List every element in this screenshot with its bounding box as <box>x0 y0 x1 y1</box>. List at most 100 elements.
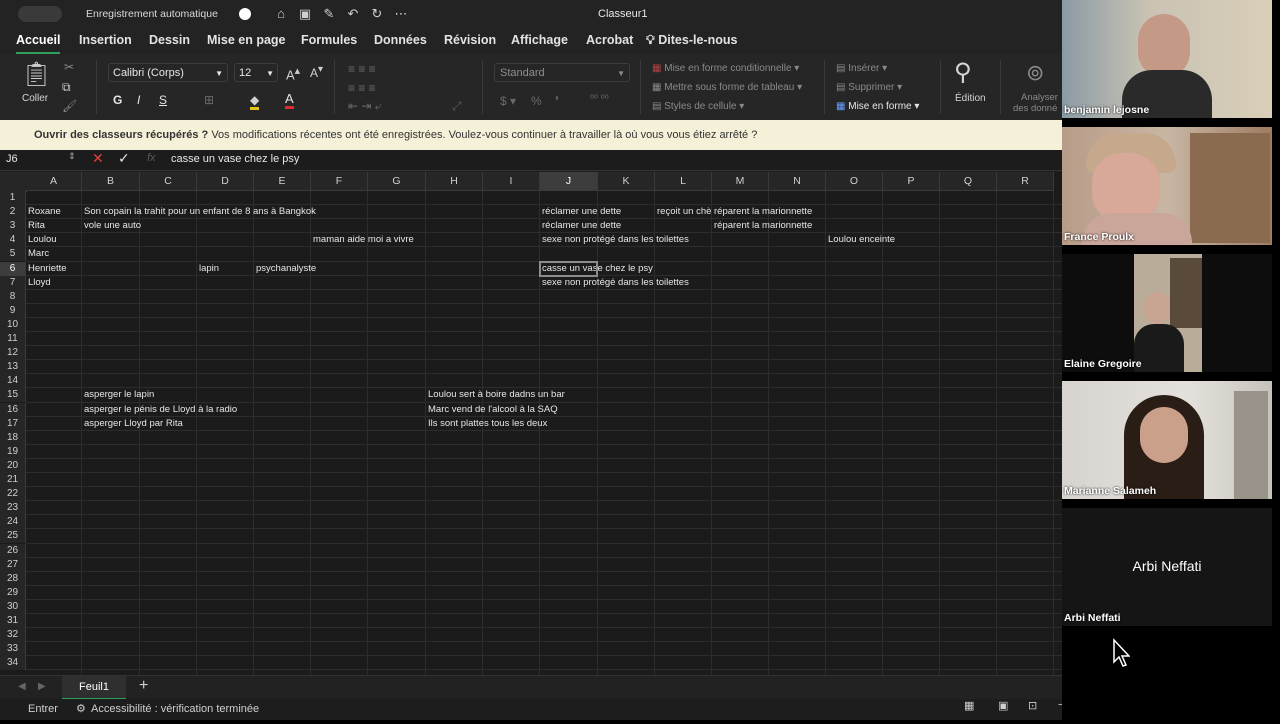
column-header[interactable]: A <box>26 172 82 191</box>
row-header[interactable]: 19 <box>0 444 26 459</box>
cancel-icon[interactable]: ✕ <box>92 150 104 167</box>
number-format-select[interactable]: Standard ▼ <box>494 63 630 82</box>
indent-icon[interactable]: ⇤ ⇥ ⤶ <box>348 99 382 114</box>
participant-tile[interactable]: France Proulx <box>1062 127 1272 245</box>
undo-icon[interactable]: ↶ <box>344 6 362 22</box>
row-header[interactable]: 20 <box>0 458 26 473</box>
row-header[interactable]: 6 <box>0 261 26 276</box>
row-header[interactable]: 5 <box>0 247 26 262</box>
row-header[interactable]: 34 <box>0 656 26 671</box>
cell-a4[interactable]: Loulou <box>26 233 57 247</box>
cell-d6[interactable]: lapin <box>197 262 219 276</box>
format-painter-icon[interactable]: 🖌︎ <box>62 99 77 113</box>
font-color-icon[interactable]: A <box>285 91 294 109</box>
tab-accueil[interactable]: Accueil <box>16 33 61 54</box>
cell-j2[interactable]: réclamer une dette <box>540 205 621 219</box>
copy-icon[interactable]: ⧉ <box>62 80 71 95</box>
save-as-icon[interactable]: ✎ <box>320 6 338 22</box>
column-header[interactable]: J <box>540 172 598 191</box>
cell-b17[interactable]: asperger Lloyd par Rita <box>82 417 183 431</box>
column-header[interactable]: H <box>426 172 483 191</box>
cell-l2[interactable]: reçoit un chè <box>655 205 711 219</box>
row-header[interactable]: 23 <box>0 501 26 516</box>
row-header[interactable]: 12 <box>0 346 26 361</box>
format-as-table-button[interactable]: ▦ Mettre sous forme de tableau ▾ <box>652 82 802 93</box>
underline-button[interactable]: S <box>159 93 167 107</box>
font-size-select[interactable]: 12 ▼ <box>234 63 278 82</box>
row-header[interactable]: 25 <box>0 529 26 544</box>
more-icon[interactable]: ⋯ <box>392 6 410 22</box>
accessibility-icon[interactable]: ⚙︎ <box>76 702 86 715</box>
row-header[interactable]: 13 <box>0 360 26 375</box>
next-sheet-icon[interactable]: ▶ <box>38 681 46 692</box>
row-header[interactable]: 17 <box>0 416 26 431</box>
cell-a2[interactable]: Roxane <box>26 205 61 219</box>
page-layout-view-icon[interactable]: ▣ <box>998 699 1008 720</box>
cell-j3[interactable]: réclamer une dette <box>540 219 621 233</box>
cell-b16[interactable]: asperger le pénis de Lloyd à la radio <box>82 403 237 417</box>
row-header[interactable]: 16 <box>0 402 26 417</box>
row-header[interactable]: 32 <box>0 628 26 643</box>
save-icon[interactable]: ▣ <box>296 6 314 22</box>
redo-icon[interactable]: ↻ <box>368 6 386 22</box>
home-icon[interactable]: ⌂ <box>272 6 290 22</box>
participant-tile[interactable]: Elaine Gregoire <box>1062 254 1272 372</box>
row-header[interactable]: 24 <box>0 515 26 530</box>
column-header[interactable]: R <box>997 172 1054 191</box>
tab-acrobat[interactable]: Acrobat <box>586 33 633 47</box>
spreadsheet-grid[interactable]: A B C D E F G H I J K L M N O P Q R 1 2 3 4 5 6 7 8 9 10 11 12 13 14 15 1… <box>0 172 1062 675</box>
participant-tile[interactable]: Marianne Salameh <box>1062 381 1272 499</box>
column-header[interactable]: F <box>311 172 368 191</box>
column-header[interactable]: L <box>655 172 712 191</box>
bold-button[interactable]: G <box>113 93 122 107</box>
insert-cells-button[interactable]: ▤ Insérer ▾ <box>836 63 887 74</box>
row-header[interactable]: 29 <box>0 585 26 600</box>
row-header[interactable]: 14 <box>0 374 26 389</box>
font-name-select[interactable]: Calibri (Corps) ▼ <box>108 63 228 82</box>
decrease-font-icon[interactable]: A▾ <box>310 64 323 80</box>
sheet-tab-feuil1[interactable]: Feuil1 <box>62 676 126 700</box>
confirm-icon[interactable]: ✓ <box>118 150 130 167</box>
row-header[interactable]: 30 <box>0 599 26 614</box>
cell-b15[interactable]: asperger le lapin <box>82 388 154 402</box>
cell-m3[interactable]: réparent la marionnette <box>712 219 812 233</box>
page-break-view-icon[interactable]: ⊡ <box>1028 699 1037 720</box>
decimal-icon[interactable]: ⁰⁰ ⁰⁰ <box>590 94 609 105</box>
tab-affichage[interactable]: Affichage <box>511 33 568 47</box>
tab-mise-en-page[interactable]: Mise en page <box>207 33 286 47</box>
cell-a3[interactable]: Rita <box>26 219 45 233</box>
borders-icon[interactable]: ⊞ <box>204 93 214 107</box>
cell-o4[interactable]: Loulou enceinte <box>826 233 895 247</box>
cut-icon[interactable]: ✂ <box>64 60 74 74</box>
column-header[interactable]: N <box>769 172 826 191</box>
orientation-icon[interactable]: ⤢ <box>452 99 462 114</box>
format-cells-button[interactable]: ▦ Mise en forme ▾ <box>836 101 919 112</box>
row-header[interactable]: 8 <box>0 289 26 304</box>
formula-input[interactable]: casse un vase chez le psy <box>171 153 299 165</box>
function-icon[interactable]: fx <box>147 152 156 164</box>
tab-insertion[interactable]: Insertion <box>79 33 132 47</box>
select-all-corner[interactable] <box>0 172 27 192</box>
editing-label[interactable]: Édition <box>955 93 986 104</box>
row-header[interactable]: 33 <box>0 642 26 657</box>
align-middle-icon[interactable]: ≡ ≡ ≡ <box>348 81 376 95</box>
cell-b2[interactable]: Son copain la trahit pour un enfant de 8… <box>82 205 316 219</box>
name-box[interactable]: J6 <box>6 153 76 167</box>
active-cell-selection[interactable] <box>539 260 598 277</box>
cell-a5[interactable]: Marc <box>26 247 49 261</box>
increase-font-icon[interactable]: A▴ <box>286 64 300 82</box>
paste-icon[interactable]: 📋︎ <box>21 60 51 89</box>
row-header[interactable]: 3 <box>0 219 26 234</box>
row-header[interactable]: 4 <box>0 233 26 248</box>
cell-j4[interactable]: sexe non protégé dans les toilettes <box>540 233 689 247</box>
thousands-icon[interactable]: ❜ <box>555 94 559 108</box>
column-header[interactable]: P <box>883 172 940 191</box>
name-box-stepper-icon[interactable]: ⇕ <box>68 151 76 162</box>
percent-icon[interactable]: % <box>531 94 542 108</box>
column-header[interactable]: C <box>140 172 197 191</box>
analyze-data-icon[interactable]: ⊚ <box>1026 60 1044 86</box>
column-header[interactable]: Q <box>940 172 997 191</box>
fill-color-icon[interactable]: ◆ <box>250 93 260 110</box>
align-top-icon[interactable]: ≡ ≡ ≡ <box>348 62 376 76</box>
cell-a6[interactable]: Henriette <box>26 262 67 276</box>
